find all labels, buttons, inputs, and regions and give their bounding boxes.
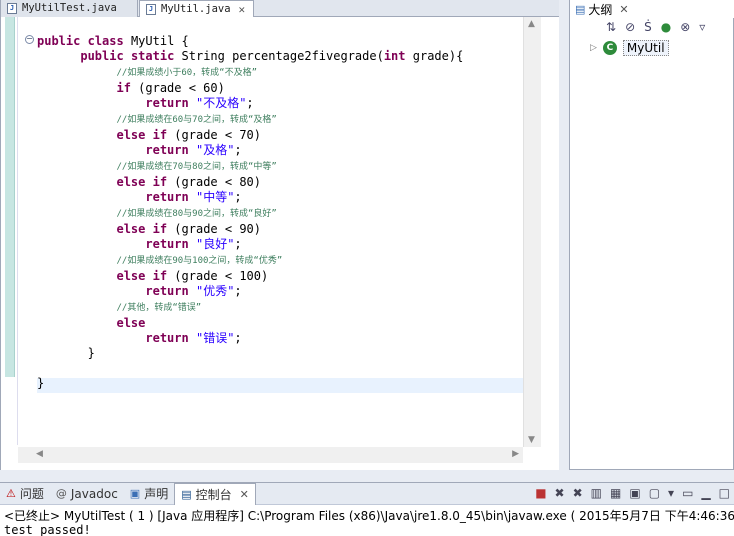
editor-tabbar: J MyUtilTest.java J MyUtil.java ✕ [1,0,559,18]
code-line: else [116,316,146,330]
tab-label: MyUtil.java [161,2,231,15]
new-console-icon[interactable]: ▭ [682,486,693,500]
code-line: if (grade < 60) [116,81,225,95]
outline-tab[interactable]: ▤ 大纲 ✕ [570,0,734,18]
java-file-icon: J [146,3,157,15]
eclipse-window: J MyUtilTest.java J MyUtil.java ✕ − publ… [0,0,734,536]
close-icon[interactable]: ✕ [239,2,246,17]
code-line: else if (grade < 100) [116,269,269,283]
code-line: } [37,376,45,390]
tab-problems[interactable]: ⚠ 问题 [0,483,50,505]
source-code[interactable]: public class MyUtil { public static Stri… [37,34,463,391]
fold-toggle-icon[interactable]: − [25,35,34,44]
code-line: else if (grade < 90) [116,222,261,236]
arrow-left-icon[interactable]: ◀ [36,449,43,459]
tab-declaration[interactable]: ▣ 声明 [124,483,174,505]
console-panel: ⚠ 问题 @ Javadoc ▣ 声明 ▤ 控制台 ✕ ■ ✖ ✖ ▥ ▦ ▣ … [0,482,734,536]
class-icon: C [602,41,617,55]
code-line: //其他，转成“错误” [116,303,202,313]
code-line: //如果成绩在90与100之间，转成“优秀” [116,256,283,266]
tab-console[interactable]: ▤ 控制台 ✕ [174,482,256,505]
tab-myutiltest[interactable]: J MyUtilTest.java [1,0,138,17]
outline-view: ▤ 大纲 ✕ ⇅ ⊘ Ṡ ● ⊗ ▿ ▷ C MyUtil [569,0,734,470]
close-icon[interactable]: ✕ [619,3,628,16]
console-status: <已终止> MyUtilTest ( 1 ) [Java 应用程序] C:\Pr… [4,509,734,523]
code-line: return "优秀"; [145,284,242,298]
change-ruler [5,17,15,377]
tab-label: MyUtilTest.java [22,2,117,14]
maximize-icon[interactable]: □ [719,486,730,500]
hide-fields-icon[interactable]: ⊘ [625,20,635,34]
java-file-icon: J [7,3,18,14]
minimize-icon[interactable]: ▁ [701,486,710,500]
console-output: test passed! [4,523,91,536]
code-line: else if (grade < 80) [116,175,261,189]
view-menu-icon[interactable]: ▿ [699,20,705,34]
close-icon[interactable]: ✕ [240,488,249,501]
remove-launch-icon[interactable]: ✖ [555,486,565,500]
arrow-right-icon[interactable]: ▶ [512,449,519,459]
outline-toolbar: ⇅ ⊘ Ṡ ● ⊗ ▿ [570,18,734,36]
display-console-icon[interactable]: ▢ [649,486,660,500]
java-editor[interactable]: J MyUtilTest.java J MyUtil.java ✕ − publ… [0,0,559,470]
class-name: MyUtil [622,40,669,56]
scroll-lock-icon[interactable]: ▥ [591,486,602,500]
javadoc-icon: @ [55,487,67,500]
declaration-icon: ▣ [129,487,141,500]
console-icon: ▤ [181,487,192,501]
code-line: //如果成绩在60与70之间，转成“及格” [116,115,277,125]
code-line: return "错误"; [145,331,242,345]
code-line: //如果成绩小于60，转成“不及格” [116,68,257,78]
code-line: public static String percentage2fivegrad… [80,49,464,63]
hide-nonpublic-icon[interactable]: ● [661,20,671,34]
pin-icon[interactable]: ▣ [629,486,640,500]
code-line: return "不及格"; [145,96,254,110]
code-line: return "良好"; [145,237,242,251]
arrow-down-icon[interactable]: ▼ [528,435,535,445]
expand-arrow-icon[interactable]: ▷ [590,43,597,53]
vertical-scrollbar[interactable]: ▲ ▼ [523,17,541,447]
arrow-up-icon[interactable]: ▲ [528,19,535,29]
code-line: public class MyUtil { [37,34,189,48]
outline-tree-item[interactable]: ▷ C MyUtil [590,40,669,56]
code-line: return "中等"; [145,190,242,204]
line-ruler [17,17,18,445]
outline-icon: ▤ [575,2,586,16]
hide-static-icon[interactable]: Ṡ [644,20,652,34]
open-console-icon[interactable]: ▾ [668,486,674,500]
code-line: } [87,346,95,360]
tab-javadoc[interactable]: @ Javadoc [50,483,124,505]
bottom-tabbar: ⚠ 问题 @ Javadoc ▣ 声明 ▤ 控制台 ✕ ■ ✖ ✖ ▥ ▦ ▣ … [0,482,734,505]
sort-icon[interactable]: ⇅ [606,20,616,34]
console-toolbar: ■ ✖ ✖ ▥ ▦ ▣ ▢ ▾ ▭ ▁ □ [535,486,730,500]
tab-myutil[interactable]: J MyUtil.java ✕ [139,0,254,18]
terminate-icon[interactable]: ■ [535,486,546,500]
remove-all-icon[interactable]: ✖ [573,486,583,500]
word-wrap-icon[interactable]: ▦ [610,486,621,500]
code-line: //如果成绩在80与90之间，转成“良好” [116,209,277,219]
hide-local-types-icon[interactable]: ⊗ [680,20,690,34]
outline-title: 大纲 [588,2,613,17]
code-line: return "及格"; [145,143,242,157]
code-line: //如果成绩在70与80之间，转成“中等” [116,162,277,172]
code-line: else if (grade < 70) [116,128,261,142]
horizontal-scrollbar[interactable]: ◀ ▶ [18,447,523,463]
problems-icon: ⚠ [6,487,16,500]
